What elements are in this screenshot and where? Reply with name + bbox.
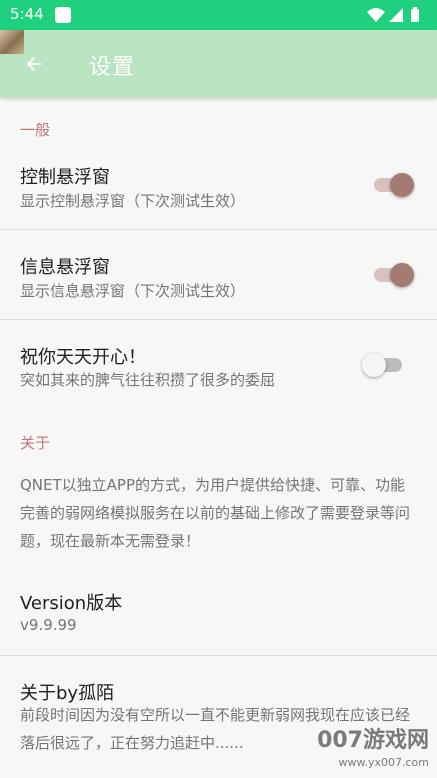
switch-thumb [390,263,414,287]
pref-title: 控制悬浮窗 [20,167,110,188]
switch-thumb [390,173,414,197]
back-button[interactable] [16,46,52,82]
version-value: v9.9.99 [20,616,77,634]
pref-title: 信息悬浮窗 [20,257,110,278]
notification-app-icon [55,7,71,23]
page-title: 设置 [89,55,136,80]
watermark-sub: www.yx007.com [338,756,429,769]
arrow-back-icon [26,56,42,72]
pref-summary: 显示信息悬浮窗（下次测试生效） [20,282,246,300]
status-bar: 5:44 [0,0,437,30]
pref-summary: 显示控制悬浮窗（下次测试生效） [20,192,246,210]
section-header-general: 一般 [20,121,51,139]
control-float-switch[interactable] [370,172,414,198]
wifi-icon [367,8,385,22]
app-bar: 设置 [0,30,437,97]
watermark-main: 007游戏网 [317,728,429,753]
status-indicators [367,6,427,24]
about-description: QNET以独立APP的方式，为用户提供给快捷、可靠、功能完善的弱网络模拟服务在以… [20,476,411,550]
status-time: 5:44 [10,5,44,23]
pref-title: 祝你天天开心！ [20,347,146,368]
battery-icon [411,7,419,22]
pref-summary: 突如其来的脾气往往积攒了很多的委屈 [20,371,276,389]
section-header-about: 关于 [20,434,51,452]
divider [0,319,437,320]
watermark-logo: 007游戏网 www.yx007.com [317,730,429,774]
version-title: Version版本 [20,593,123,614]
divider [0,229,437,230]
happy-switch[interactable] [362,352,406,378]
signal-icon [389,8,403,22]
divider [0,655,437,656]
info-float-switch[interactable] [370,262,414,288]
switch-thumb [362,353,386,377]
